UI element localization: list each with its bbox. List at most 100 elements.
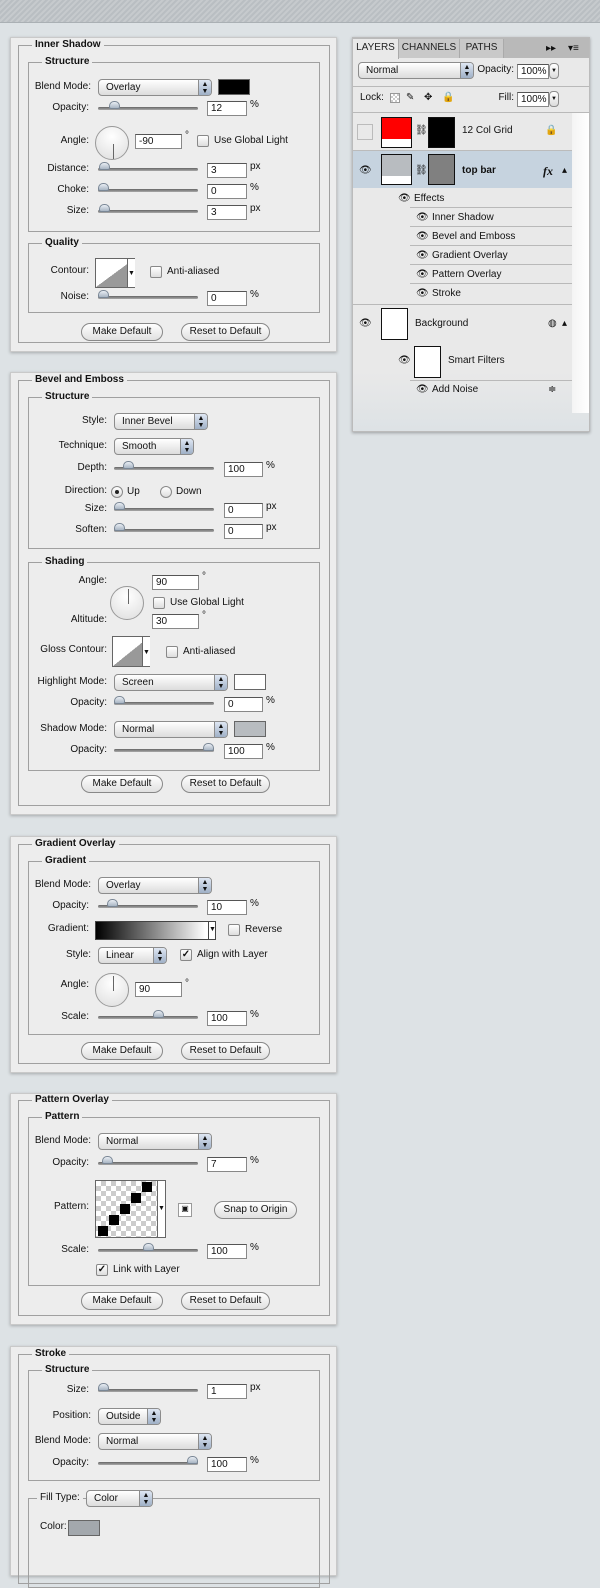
- choke-input[interactable]: 0: [207, 184, 247, 199]
- choke-slider-thumb[interactable]: [98, 183, 109, 191]
- align-with-layer-checkbox[interactable]: ✓: [180, 949, 192, 961]
- layers-list-scrollbar[interactable]: [572, 113, 589, 413]
- fill-dropdown-button[interactable]: ▼: [549, 91, 559, 107]
- snap-to-origin-button[interactable]: Snap to Origin: [214, 1201, 297, 1219]
- distance-slider-thumb[interactable]: [99, 162, 110, 170]
- make-default-button[interactable]: Make Default: [81, 1292, 163, 1310]
- highlight-opacity-slider-thumb[interactable]: [114, 696, 125, 704]
- make-default-button[interactable]: Make Default: [81, 1042, 163, 1060]
- contour-picker[interactable]: ▼: [95, 258, 135, 288]
- use-global-light-checkbox[interactable]: [197, 135, 209, 147]
- tab-paths[interactable]: PATHS: [460, 39, 504, 58]
- opacity-slider-thumb[interactable]: [102, 1156, 113, 1164]
- scale-slider-thumb[interactable]: [143, 1243, 154, 1251]
- scale-input[interactable]: 100: [207, 1011, 247, 1026]
- noise-input[interactable]: 0: [207, 291, 247, 306]
- depth-slider-thumb[interactable]: [123, 461, 134, 469]
- shadow-opacity-input[interactable]: 100: [224, 744, 263, 759]
- shadow-color-swatch[interactable]: [218, 79, 250, 95]
- pattern-picker[interactable]: ▼: [95, 1180, 166, 1238]
- soften-input[interactable]: 0: [224, 524, 263, 539]
- reset-to-default-button[interactable]: Reset to Default: [181, 775, 270, 793]
- reset-to-default-button[interactable]: Reset to Default: [181, 1042, 270, 1060]
- soften-slider-thumb[interactable]: [114, 523, 125, 531]
- opacity-input[interactable]: 12: [207, 101, 247, 116]
- opacity-input[interactable]: 100: [207, 1457, 247, 1472]
- scale-slider-track[interactable]: [98, 1016, 198, 1019]
- size-input[interactable]: 3: [207, 205, 247, 220]
- style-select-value: Linear: [106, 950, 134, 961]
- angle-input[interactable]: -90: [135, 134, 182, 149]
- noise-slider-track[interactable]: [98, 296, 198, 299]
- shadow-color-swatch[interactable]: [234, 721, 266, 737]
- shadow-opacity-slider-thumb[interactable]: [203, 743, 214, 751]
- size-slider-thumb[interactable]: [98, 1383, 109, 1391]
- angle-dial[interactable]: [95, 973, 129, 1007]
- position-select[interactable]: Outside ▲ ▼: [98, 1408, 161, 1425]
- tab-channels[interactable]: CHANNELS: [399, 39, 460, 58]
- size-input[interactable]: 1: [207, 1384, 247, 1399]
- blend-mode-select[interactable]: Normal ▲ ▼: [98, 1433, 212, 1450]
- make-default-button[interactable]: Make Default: [81, 323, 163, 341]
- use-global-light-checkbox[interactable]: [153, 597, 165, 609]
- highlight-opacity-slider-track[interactable]: [114, 702, 214, 705]
- opacity-slider-track[interactable]: [98, 1162, 198, 1165]
- gradient-picker[interactable]: ▼: [95, 921, 216, 940]
- technique-select[interactable]: Smooth ▲ ▼: [114, 438, 194, 455]
- distance-input[interactable]: 3: [207, 163, 247, 178]
- opacity-slider-track[interactable]: [98, 1462, 198, 1465]
- visibility-toggle[interactable]: [357, 124, 373, 140]
- direction-down-radio[interactable]: [160, 486, 172, 498]
- noise-slider-thumb[interactable]: [98, 290, 109, 298]
- style-select[interactable]: Inner Bevel ▲ ▼: [114, 413, 208, 430]
- angle-altitude-dial[interactable]: [110, 586, 144, 620]
- layer-fill-input[interactable]: 100%: [517, 92, 549, 107]
- fill-type-select[interactable]: Color ▲ ▼: [86, 1490, 153, 1507]
- size-slider-track[interactable]: [114, 508, 214, 511]
- tab-layers[interactable]: LAYERS: [353, 39, 399, 59]
- depth-input[interactable]: 100: [224, 462, 263, 477]
- stroke-color-swatch[interactable]: [68, 1520, 100, 1536]
- layer-opacity-input[interactable]: 100%: [517, 64, 549, 79]
- highlight-mode-select[interactable]: Screen ▲ ▼: [114, 674, 228, 691]
- scale-input[interactable]: 100: [207, 1244, 247, 1259]
- anti-aliased-checkbox[interactable]: [166, 646, 178, 658]
- blend-mode-select[interactable]: Overlay ▲ ▼: [98, 877, 212, 894]
- shadow-mode-select[interactable]: Normal ▲ ▼: [114, 721, 228, 738]
- highlight-opacity-input[interactable]: 0: [224, 697, 263, 712]
- size-slider-track[interactable]: [98, 210, 198, 213]
- link-with-layer-checkbox[interactable]: ✓: [96, 1264, 108, 1276]
- angle-dial[interactable]: [95, 126, 129, 160]
- make-default-button[interactable]: Make Default: [81, 775, 163, 793]
- opacity-input[interactable]: 7: [207, 1157, 247, 1172]
- distance-slider-track[interactable]: [98, 168, 198, 171]
- blend-mode-select[interactable]: Normal ▲ ▼: [98, 1133, 212, 1150]
- opacity-dropdown-button[interactable]: ▼: [549, 63, 559, 79]
- soften-slider-track[interactable]: [114, 529, 214, 532]
- angle-input[interactable]: 90: [152, 575, 199, 590]
- reset-to-default-button[interactable]: Reset to Default: [181, 1292, 270, 1310]
- size-slider-track[interactable]: [98, 1389, 198, 1392]
- altitude-input[interactable]: 30: [152, 614, 199, 629]
- gloss-contour-picker[interactable]: ▼: [112, 636, 150, 667]
- blend-mode-select[interactable]: Overlay ▲ ▼: [98, 79, 212, 96]
- highlight-color-swatch[interactable]: [234, 674, 266, 690]
- new-preset-icon[interactable]: ▣: [178, 1203, 192, 1217]
- reset-to-default-button[interactable]: Reset to Default: [181, 323, 270, 341]
- size-slider-thumb[interactable]: [99, 204, 110, 212]
- direction-up-radio[interactable]: [111, 486, 123, 498]
- reverse-checkbox[interactable]: [228, 924, 240, 936]
- shadow-opacity-slider-track[interactable]: [114, 749, 214, 752]
- chevron-down-icon: ▼: [208, 922, 216, 939]
- angle-input[interactable]: 90: [135, 982, 182, 997]
- opacity-slider-thumb[interactable]: [187, 1456, 198, 1464]
- opacity-slider-thumb[interactable]: [107, 899, 118, 907]
- size-input[interactable]: 0: [224, 503, 263, 518]
- opacity-slider-thumb[interactable]: [109, 101, 120, 109]
- scale-slider-thumb[interactable]: [153, 1010, 164, 1018]
- size-slider-thumb[interactable]: [114, 502, 125, 510]
- opacity-input[interactable]: 10: [207, 900, 247, 915]
- anti-aliased-checkbox[interactable]: [150, 266, 162, 278]
- style-select[interactable]: Linear ▲ ▼: [98, 947, 167, 964]
- choke-slider-track[interactable]: [98, 189, 198, 192]
